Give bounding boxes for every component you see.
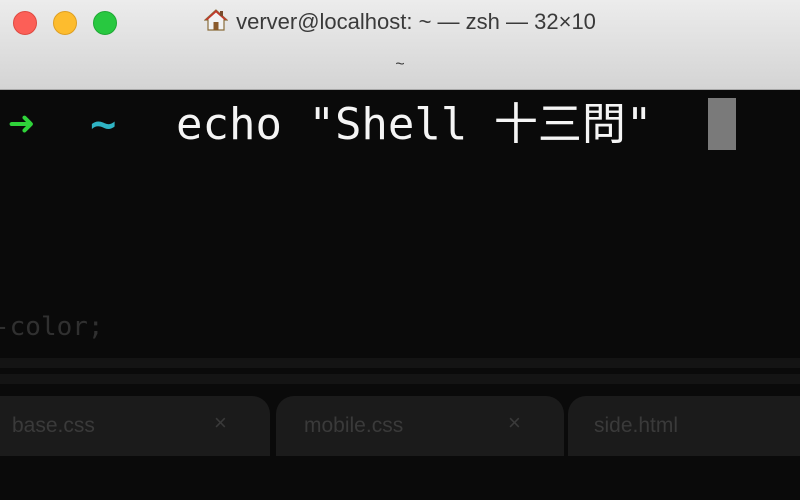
command-input[interactable]: echo "Shell 十三問": [176, 96, 652, 154]
prompt-arrow-icon: ➜: [8, 99, 35, 150]
background-divider: [0, 358, 800, 368]
background-divider: [0, 374, 800, 384]
prompt-line: ➜ ~ echo "Shell 十三問": [0, 96, 800, 154]
close-icon: ×: [508, 410, 521, 435]
background-tab-label: mobile.css: [304, 414, 404, 437]
terminal-area[interactable]: -color; base.css × mobile.css × side.htm…: [0, 90, 800, 500]
text-cursor: [708, 98, 736, 150]
house-icon: [204, 8, 229, 32]
window-title-text: verver@localhost: ~ — zsh — 32×10: [236, 9, 596, 34]
title-bar: verver@localhost: ~ — zsh — 32×10 ~: [0, 0, 800, 90]
close-icon: ×: [214, 410, 227, 435]
prompt-directory: ~: [90, 99, 117, 150]
background-tab-side-html: side.html: [568, 396, 800, 456]
window-subtitle: ~: [395, 56, 405, 73]
background-tab-label: side.html: [594, 414, 679, 437]
background-tab-mobile-css: mobile.css ×: [276, 396, 564, 456]
window-title: verver@localhost: ~ — zsh — 32×10: [0, 8, 800, 35]
